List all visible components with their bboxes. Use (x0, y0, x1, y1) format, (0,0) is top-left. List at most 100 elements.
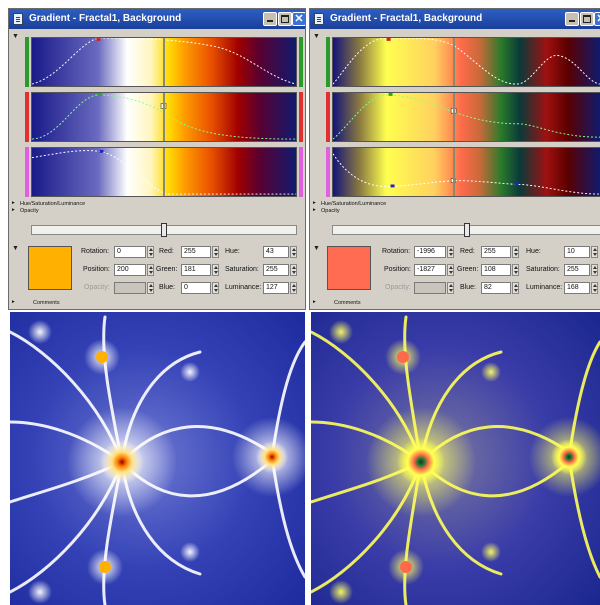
expand-arrow-icon[interactable]: ▸ (313, 207, 316, 213)
red-spinner[interactable] (512, 246, 519, 258)
gradient-channel-blue[interactable] (332, 147, 600, 197)
rotation-field[interactable]: -1996 (414, 246, 446, 258)
opacity-slider-thumb[interactable] (161, 223, 167, 237)
rotation-label: Rotation: (382, 248, 411, 255)
maximize-icon[interactable] (580, 12, 594, 26)
blue-spinner[interactable] (512, 282, 519, 294)
green-field[interactable]: 108 (481, 264, 511, 276)
window-icon (314, 13, 324, 25)
red-field[interactable]: 255 (481, 246, 511, 258)
saturation-spinner[interactable] (591, 264, 598, 276)
close-icon[interactable]: ✕ (594, 12, 600, 26)
close-icon[interactable]: ✕ (292, 12, 305, 26)
red-field[interactable]: 255 (181, 246, 211, 258)
hue-spinner[interactable] (290, 246, 297, 258)
luminance-field[interactable]: 168 (564, 282, 590, 294)
position-spinner[interactable] (447, 264, 454, 276)
opacity-label: Opacity: (84, 284, 110, 291)
green-spinner[interactable] (512, 264, 519, 276)
gradient-editor-window-right: Gradient - Fractal1, Background ✕ ▼ ▸ (309, 8, 600, 310)
green-spinner[interactable] (212, 264, 219, 276)
hsl-section-label[interactable]: Hue/Saturation/Luminance (321, 201, 386, 207)
minimize-icon[interactable] (263, 12, 277, 26)
channel-indicator-blue (326, 147, 330, 197)
channel-indicator-red (25, 92, 29, 142)
opacity-spinner (447, 282, 454, 294)
red-label: Red: (159, 248, 174, 255)
comments-section-label[interactable]: Comments (33, 300, 60, 306)
position-field[interactable]: -1827 (414, 264, 446, 276)
title-bar[interactable]: Gradient - Fractal1, Background ✕ (9, 9, 305, 29)
expand-arrow-icon[interactable]: ▼ (313, 33, 320, 40)
position-label: Position: (384, 266, 411, 273)
luminance-spinner[interactable] (591, 282, 598, 294)
rotation-spinner[interactable] (147, 246, 154, 258)
minimize-icon[interactable] (565, 12, 579, 26)
hue-field[interactable]: 10 (564, 246, 590, 258)
expand-arrow-icon[interactable]: ▸ (313, 299, 316, 305)
fractal-render-yellow-coral (311, 312, 600, 605)
expand-arrow-icon[interactable]: ▸ (12, 299, 15, 305)
gradient-channel-red[interactable] (31, 37, 297, 87)
saturation-label: Saturation: (526, 266, 560, 273)
hue-label: Hue: (225, 248, 240, 255)
expand-arrow-icon[interactable]: ▸ (12, 200, 15, 206)
maximize-icon[interactable] (278, 12, 292, 26)
saturation-label: Saturation: (225, 266, 259, 273)
fractal-render-white-gold (10, 312, 305, 605)
color-swatch[interactable] (327, 246, 371, 290)
gradient-channel-blue[interactable] (31, 147, 297, 197)
channel-indicator-green (326, 37, 330, 87)
saturation-spinner[interactable] (290, 264, 297, 276)
rotation-label: Rotation: (81, 248, 110, 255)
channel-indicator-green (25, 37, 29, 87)
position-field[interactable]: 200 (114, 264, 146, 276)
comments-section-label[interactable]: Comments (334, 300, 361, 306)
hue-spinner[interactable] (591, 246, 598, 258)
saturation-field[interactable]: 255 (263, 264, 289, 276)
blue-field[interactable]: 0 (181, 282, 211, 294)
channel-indicator-red (326, 92, 330, 142)
expand-arrow-icon[interactable]: ▼ (12, 245, 19, 252)
hsl-section-label[interactable]: Hue/Saturation/Luminance (20, 201, 85, 207)
expand-arrow-icon[interactable]: ▼ (12, 33, 19, 40)
channel-indicator-blue (25, 147, 29, 197)
channel-indicator-green-right (299, 37, 303, 87)
gradient-channel-red[interactable] (332, 37, 600, 87)
opacity-spinner (147, 282, 154, 294)
blue-field[interactable]: 82 (481, 282, 511, 294)
luminance-field[interactable]: 127 (263, 282, 289, 294)
saturation-field[interactable]: 255 (564, 264, 590, 276)
opacity-section-label[interactable]: Opacity (321, 208, 340, 214)
opacity-label: Opacity: (385, 284, 411, 291)
gradient-editor-window-left: Gradient - Fractal1, Background ✕ ▼ ▸ Hu… (8, 8, 306, 310)
position-label: Position: (83, 266, 110, 273)
opacity-slider-thumb[interactable] (464, 223, 470, 237)
luminance-label: Luminance: (526, 284, 563, 291)
color-swatch[interactable] (28, 246, 72, 290)
luminance-spinner[interactable] (290, 282, 297, 294)
green-field[interactable]: 181 (181, 264, 211, 276)
blue-label: Blue: (159, 284, 175, 291)
blue-label: Blue: (460, 284, 476, 291)
opacity-field (114, 282, 146, 294)
title-bar[interactable]: Gradient - Fractal1, Background ✕ (310, 9, 600, 29)
expand-arrow-icon[interactable]: ▸ (313, 200, 316, 206)
blue-spinner[interactable] (212, 282, 219, 294)
expand-arrow-icon[interactable]: ▸ (12, 207, 15, 213)
expand-arrow-icon[interactable]: ▼ (313, 245, 320, 252)
window-title: Gradient - Fractal1, Background (330, 13, 483, 24)
hue-field[interactable]: 43 (263, 246, 289, 258)
green-label: Green: (457, 266, 479, 273)
red-spinner[interactable] (212, 246, 219, 258)
position-spinner[interactable] (147, 264, 154, 276)
channel-indicator-blue-right (299, 147, 303, 197)
rotation-field[interactable]: 0 (114, 246, 146, 258)
gradient-channel-green[interactable] (332, 92, 600, 142)
rotation-spinner[interactable] (447, 246, 454, 258)
gradient-channel-green[interactable] (31, 92, 297, 142)
opacity-section-label[interactable]: Opacity (20, 208, 39, 214)
window-title: Gradient - Fractal1, Background (29, 13, 182, 24)
window-icon (13, 13, 23, 25)
opacity-field (414, 282, 446, 294)
